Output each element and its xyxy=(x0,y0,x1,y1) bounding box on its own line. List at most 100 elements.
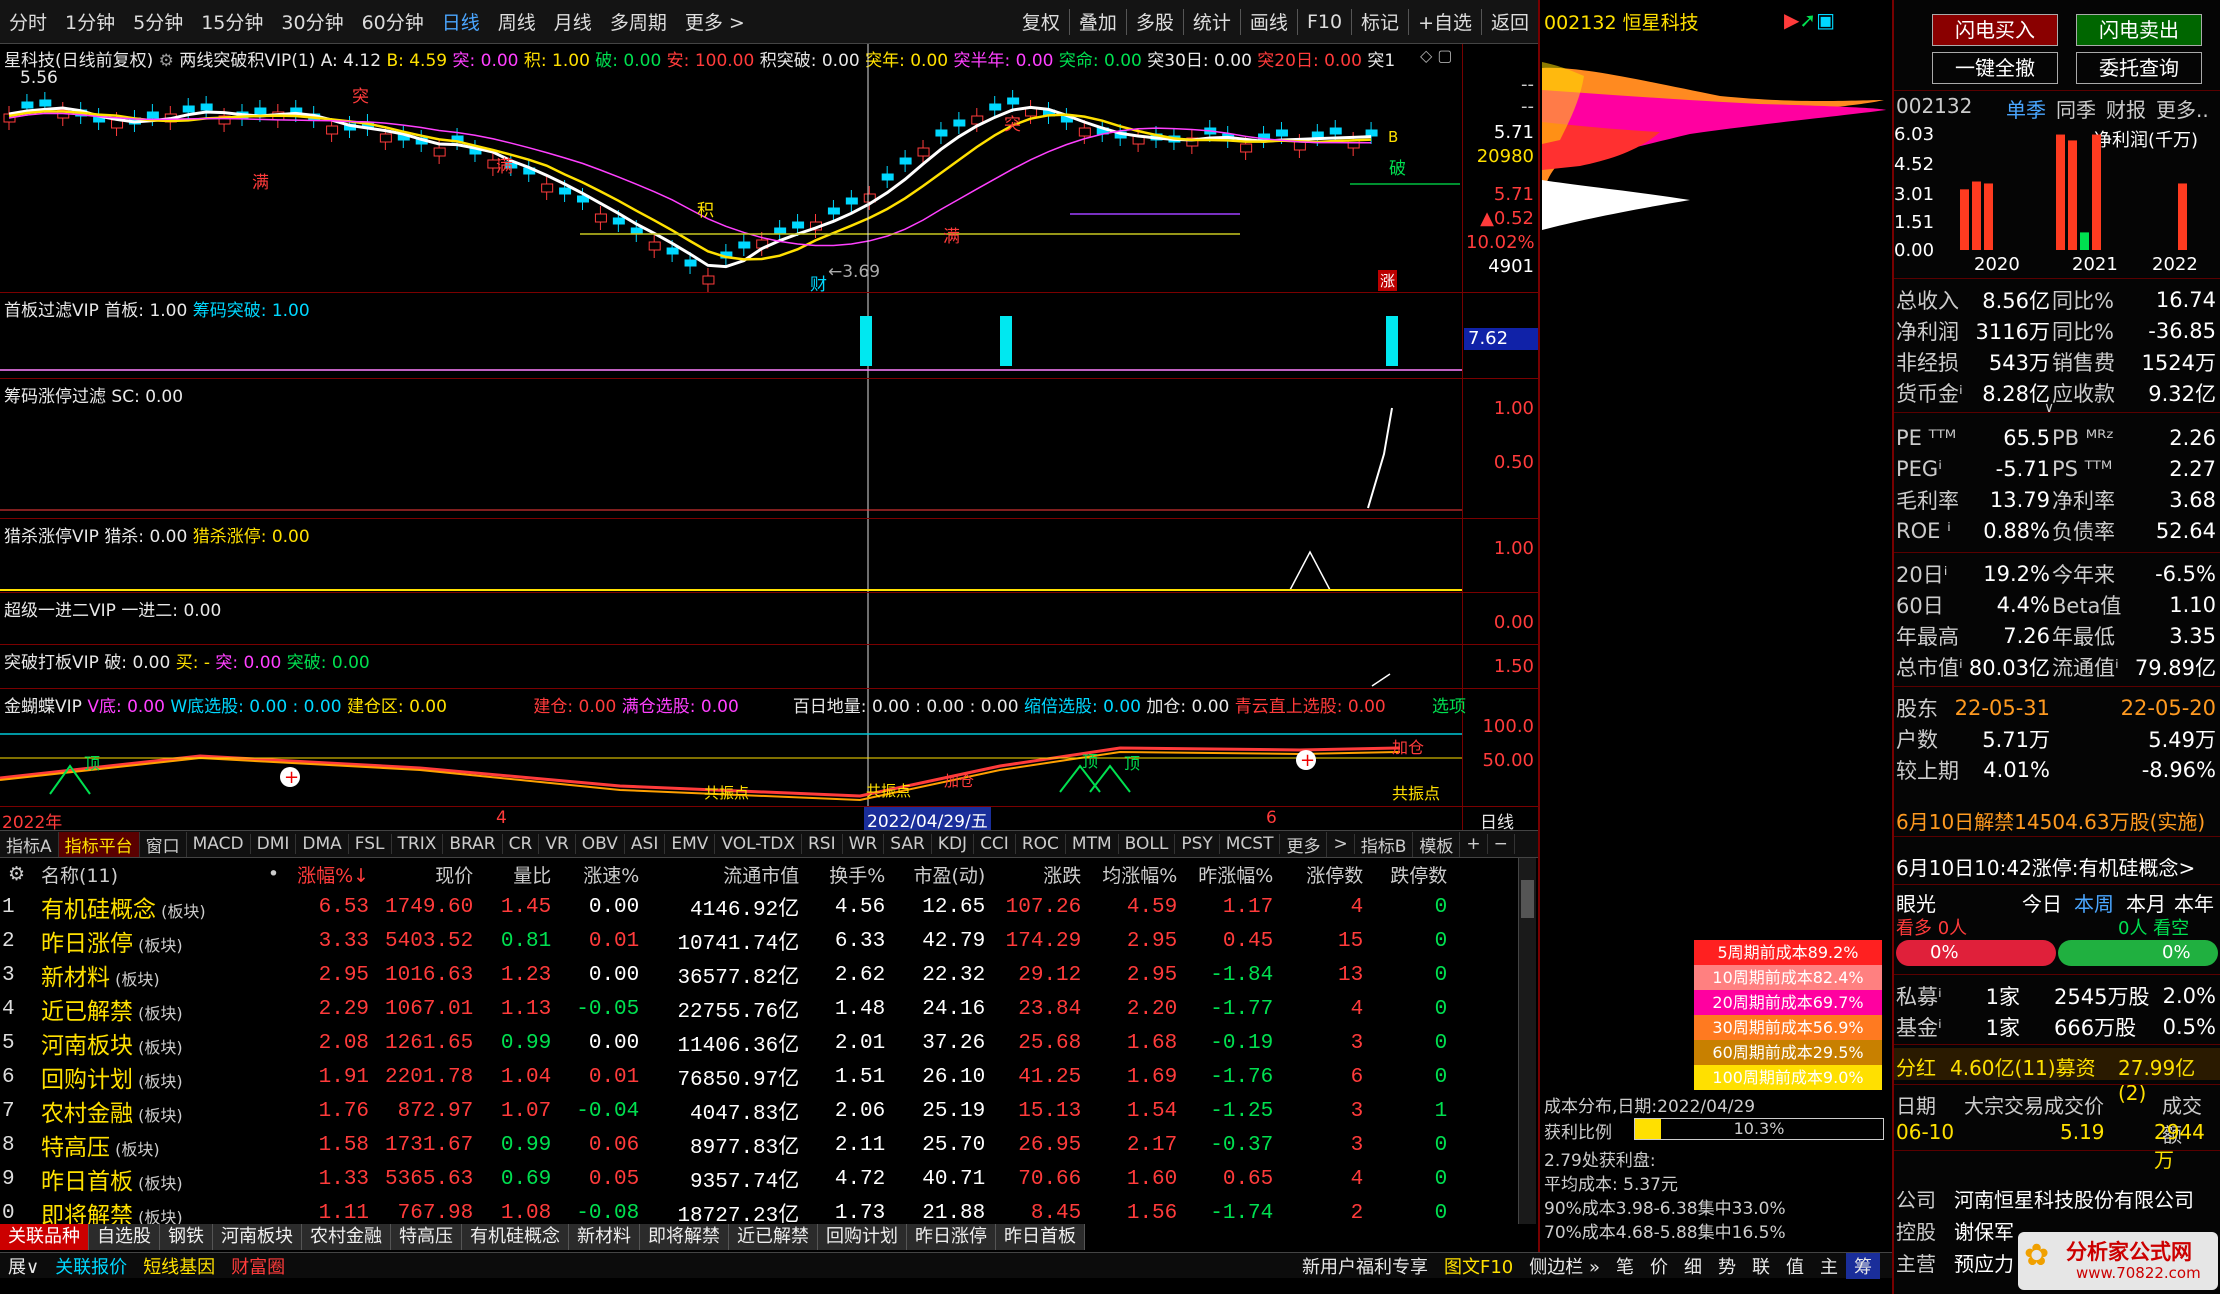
indicator-tab-0[interactable]: 指标A xyxy=(0,831,59,857)
sector-tab-2[interactable]: 钢铁 xyxy=(160,1224,213,1250)
expand-chevron-icon[interactable]: ∨ xyxy=(2044,400,2054,416)
tool-zhi[interactable]: 值 xyxy=(1778,1253,1812,1279)
btn-draw[interactable]: 画线 xyxy=(1241,8,1297,35)
sector-name[interactable]: 河南板块 (板块) xyxy=(33,1026,251,1060)
indicator-tab-10[interactable]: VR xyxy=(539,834,576,854)
sector-name[interactable]: 昨日涨停 (板块) xyxy=(33,924,251,958)
order-query-button[interactable]: 委托查询 xyxy=(2076,52,2202,84)
flash-buy-button[interactable]: 闪电买入 xyxy=(1932,14,2058,46)
col-header-11[interactable]: 昨涨幅% xyxy=(1185,858,1281,890)
col-header-2[interactable]: 涨幅%↓ xyxy=(287,858,377,890)
indicator-tab-14[interactable]: VOL-TDX xyxy=(715,834,802,854)
indicator-tab-30[interactable]: − xyxy=(1488,834,1515,854)
indicator-tab-11[interactable]: OBV xyxy=(576,834,625,854)
tab-period-5[interactable]: 60分钟 xyxy=(353,8,433,35)
tab-month[interactable]: 本月 xyxy=(2126,888,2166,917)
tab-report[interactable]: 财报 xyxy=(2106,94,2146,123)
tool-shi[interactable]: 势 xyxy=(1710,1253,1744,1279)
indicator-tab-19[interactable]: CCI xyxy=(974,834,1016,854)
indicator-tab-3[interactable]: MACD xyxy=(187,834,251,854)
btn-multi-stock[interactable]: 多股 xyxy=(1127,8,1183,35)
col-header-6[interactable]: 流通市值 xyxy=(647,858,807,890)
col-header-13[interactable]: 跌停数 xyxy=(1371,858,1455,890)
tool-chou[interactable]: 筹 xyxy=(1846,1252,1880,1279)
bull-vote-button[interactable]: 0% xyxy=(1896,940,2056,966)
indicator-tab-20[interactable]: ROC xyxy=(1016,834,1066,854)
col-header-9[interactable]: 涨跌 xyxy=(993,858,1089,890)
col-header-3[interactable]: 现价 xyxy=(377,858,481,890)
table-row[interactable]: 1 有机硅概念 (板块) 6.53 1749.60 1.45 0.00 4146.92亿 4.… xyxy=(0,890,1455,924)
tab-period-8[interactable]: 月线 xyxy=(545,8,601,35)
tab-period-4[interactable]: 30分钟 xyxy=(272,8,352,35)
col-header-12[interactable]: 涨停数 xyxy=(1281,858,1371,890)
indicator-tab-24[interactable]: MCST xyxy=(1220,834,1281,854)
panel-title-1[interactable]: 首板过滤VIP 首板: 1.00 筹码突破: 1.00 xyxy=(4,296,310,321)
sector-tab-3[interactable]: 河南板块 xyxy=(213,1224,302,1250)
short-gene-tab[interactable]: 短线基因 xyxy=(135,1253,223,1279)
table-row[interactable]: 7 农村金融 (板块) 1.76 872.97 1.07 -0.04 4047.83亿 2.0… xyxy=(0,1094,1455,1128)
sector-name[interactable]: 即将解禁 (板块) xyxy=(33,1196,251,1224)
indicator-tab-12[interactable]: ASI xyxy=(625,834,666,854)
chart-area[interactable]: 星科技(日线前复权) ⚙ 两线突破积VIP(1) A: 4.12 B: 4.59… xyxy=(0,44,1538,833)
tab-period-1[interactable]: 1分钟 xyxy=(56,8,124,35)
indicator-tab-4[interactable]: DMI xyxy=(251,834,297,854)
bear-vote-button[interactable]: 0% xyxy=(2058,940,2218,966)
btn-add-favorite[interactable]: +自选 xyxy=(1409,8,1481,35)
sector-name[interactable]: 特高压 (板块) xyxy=(33,1128,251,1162)
btn-fuquan[interactable]: 复权 xyxy=(1013,8,1069,35)
indicator-tab-8[interactable]: BRAR xyxy=(443,834,503,854)
sector-tab-0[interactable]: 关联品种 xyxy=(0,1224,89,1250)
wealth-circle-tab[interactable]: 财富圈 xyxy=(223,1253,293,1279)
sector-name[interactable]: 昨日首板 (板块) xyxy=(33,1162,251,1196)
table-row[interactable]: 5 河南板块 (板块) 2.08 1261.65 0.99 0.00 11406.36亿 2.… xyxy=(0,1026,1455,1060)
btn-overlay[interactable]: 叠加 xyxy=(1070,8,1126,35)
sidebar-toggle[interactable]: 侧边栏 » xyxy=(1521,1253,1608,1279)
tool-jia[interactable]: 价 xyxy=(1642,1253,1676,1279)
expand-button[interactable]: 展∨ xyxy=(0,1253,47,1279)
panel-option[interactable]: 选项 xyxy=(1432,692,1466,717)
panel-title-2[interactable]: 筹码涨停过滤 SC: 0.00 xyxy=(4,382,183,407)
tool-zhu[interactable]: 主 xyxy=(1812,1253,1846,1279)
flash-sell-button[interactable]: 闪电卖出 xyxy=(2076,14,2202,46)
sector-tab-1[interactable]: 自选股 xyxy=(89,1224,160,1250)
panel-title-5[interactable]: 突破打板VIP 破: 0.00 买: - 突: 0.00 突破: 0.00 xyxy=(4,648,370,673)
panel-title-4[interactable]: 超级一进二VIP 一进二: 0.00 xyxy=(4,596,221,621)
table-scrollbar[interactable] xyxy=(1518,858,1536,1224)
col-settings-icon[interactable]: ⚙ xyxy=(0,858,33,890)
sector-tab-12[interactable]: 昨日首板 xyxy=(996,1224,1085,1250)
table-row[interactable]: 0 即将解禁 (板块) 1.11 767.98 1.08 -0.08 18727.23亿 1.… xyxy=(0,1196,1455,1225)
indicator-tab-9[interactable]: CR xyxy=(503,834,540,854)
chip-toolbar-icons[interactable]: ▶➚▣ xyxy=(1784,8,1835,32)
tool-bi[interactable]: 笔 xyxy=(1608,1253,1642,1279)
limit-up-notice[interactable]: 6月10日10:42涨停:有机硅概念> xyxy=(1896,852,2195,881)
scrollbar-thumb[interactable] xyxy=(1521,880,1534,918)
indicator-tab-17[interactable]: SAR xyxy=(884,834,932,854)
table-row[interactable]: 2 昨日涨停 (板块) 3.33 5403.52 0.81 0.01 10741.74亿 6.… xyxy=(0,924,1455,958)
indicator-tab-1[interactable]: 指标平台 xyxy=(58,831,140,857)
col-header-7[interactable]: 换手% xyxy=(807,858,893,890)
btn-stats[interactable]: 统计 xyxy=(1184,8,1240,35)
sector-tab-5[interactable]: 特高压 xyxy=(391,1224,462,1250)
tab-period-9[interactable]: 多周期 xyxy=(601,8,676,35)
table-row[interactable]: 4 近已解禁 (板块) 2.29 1067.01 1.13 -0.05 22755.76亿 1… xyxy=(0,992,1455,1026)
panel-title-6[interactable]: 金蝴蝶VIP V底: 0.00 W底选股: 0.00 : 0.00 建仓区: 0… xyxy=(4,692,1534,717)
tool-xi[interactable]: 细 xyxy=(1676,1253,1710,1279)
sector-tab-10[interactable]: 回购计划 xyxy=(818,1224,907,1250)
tool-lian[interactable]: 联 xyxy=(1744,1253,1778,1279)
table-row[interactable]: 6 回购计划 (板块) 1.91 2201.78 1.04 0.01 76850.97亿 1.… xyxy=(0,1060,1455,1094)
indicator-tab-13[interactable]: EMV xyxy=(665,834,716,854)
btn-mark[interactable]: 标记 xyxy=(1352,8,1408,35)
tab-period-3[interactable]: 15分钟 xyxy=(192,8,272,35)
col-header-4[interactable]: 量比 xyxy=(481,858,559,890)
indicator-tab-22[interactable]: BOLL xyxy=(1119,834,1176,854)
tab-period-2[interactable]: 5分钟 xyxy=(124,8,192,35)
sector-name[interactable]: 有机硅概念 (板块) xyxy=(33,890,251,924)
tab-same-quarter[interactable]: 同季 xyxy=(2056,94,2096,123)
sector-name[interactable]: 新材料 (板块) xyxy=(33,958,251,992)
related-quote-tab[interactable]: 关联报价 xyxy=(47,1253,135,1279)
tab-week[interactable]: 本周 xyxy=(2074,888,2114,917)
f10-link[interactable]: 图文F10 xyxy=(1436,1253,1521,1279)
sector-tab-6[interactable]: 有机硅概念 xyxy=(462,1224,569,1250)
tab-today[interactable]: 今日 xyxy=(2022,888,2062,917)
col-header-1[interactable]: • xyxy=(251,858,287,890)
